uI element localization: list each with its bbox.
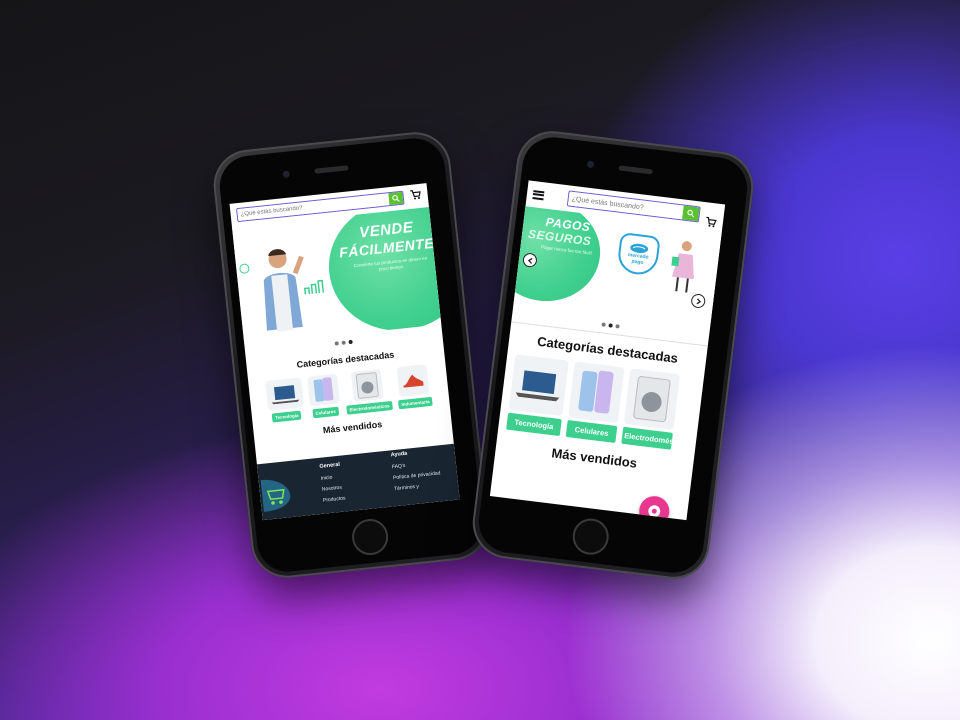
footer-col-help: Ayuda FAQ's Política de privacidad Térmi… (390, 447, 442, 497)
phones-image (306, 373, 340, 407)
footer-link[interactable]: Nosotros (322, 484, 345, 493)
search-button[interactable] (682, 205, 700, 222)
carousel-dot[interactable] (348, 339, 353, 345)
laptop-image (264, 377, 304, 411)
category-card[interactable]: Celulares (565, 361, 625, 443)
screen-left: VENDE FÁCILMENTE Convierte tus productos… (229, 183, 460, 521)
carousel-next-button[interactable] (690, 293, 707, 309)
search-icon (687, 209, 695, 218)
search-button[interactable] (388, 191, 404, 206)
category-card[interactable]: Tecnología (264, 377, 305, 423)
footer-col-general: General Inicio Nosotros Productos (319, 462, 346, 509)
footer-link[interactable]: Inicio (320, 474, 343, 482)
carousel-dot[interactable] (341, 340, 346, 345)
cart-icon[interactable] (409, 187, 423, 206)
footer-col-title: Ayuda (390, 450, 408, 459)
dollar-hand-icon (239, 263, 250, 274)
hero-banner: VENDE FÁCILMENTE Convierte tus productos… (232, 207, 442, 346)
footer-link[interactable]: Política de privacidad (393, 470, 441, 481)
shoe-image (396, 364, 430, 398)
category-card[interactable]: Electrodomésticos (621, 368, 681, 450)
menu-icon[interactable] (532, 189, 545, 200)
arrow-right-icon (696, 297, 701, 304)
mercado-pago-badge: mercado pago (616, 232, 661, 277)
carousel-dot[interactable] (601, 322, 606, 327)
chart-up-icon (303, 279, 325, 295)
category-label: Tecnología (506, 412, 562, 437)
screen-right: PAGOS SEGUROS Pagar nunca fue tan fácil!… (489, 180, 726, 521)
mockup-stage: VENDE FÁCILMENTE Convierte tus productos… (0, 0, 960, 720)
category-label: Celulares (565, 419, 618, 443)
cart-logo-icon (260, 479, 291, 512)
footer-link[interactable]: Productos (323, 495, 346, 503)
category-card[interactable]: Electrodomésticos (343, 368, 393, 415)
phone-left: VENDE FÁCILMENTE Convierte tus productos… (210, 128, 492, 582)
phones-image (568, 361, 625, 424)
footer-link[interactable]: Términos y (394, 481, 442, 493)
carousel-dot[interactable] (615, 324, 620, 329)
footer-col-title: General (319, 461, 341, 470)
badge-text-2: pago (631, 258, 644, 266)
category-label: Tecnología (271, 410, 302, 423)
washer-image (350, 368, 384, 402)
carousel-dot[interactable] (608, 323, 613, 328)
category-label: Electrodomésticos (346, 400, 393, 415)
carousel-dot[interactable] (334, 341, 339, 346)
phone-right: PAGOS SEGUROS Pagar nunca fue tan fácil!… (468, 127, 758, 583)
shopper-illustration (671, 241, 694, 293)
category-card[interactable]: Tecnología (506, 354, 569, 437)
category-card[interactable]: Celulares (306, 373, 341, 419)
laptop-image (508, 354, 569, 417)
category-label: Celulares (312, 406, 340, 419)
category-label: Indumentaria (397, 396, 434, 410)
category-list: Tecnología Celulares Electrodomésticos (498, 353, 704, 453)
arrow-left-icon (527, 257, 533, 264)
category-card[interactable]: Indumentaria (395, 364, 434, 410)
search-icon (392, 194, 400, 202)
category-label: Electrodomésticos (621, 426, 673, 450)
washer-image (623, 368, 681, 430)
footer-link[interactable]: FAQ's (392, 459, 440, 470)
